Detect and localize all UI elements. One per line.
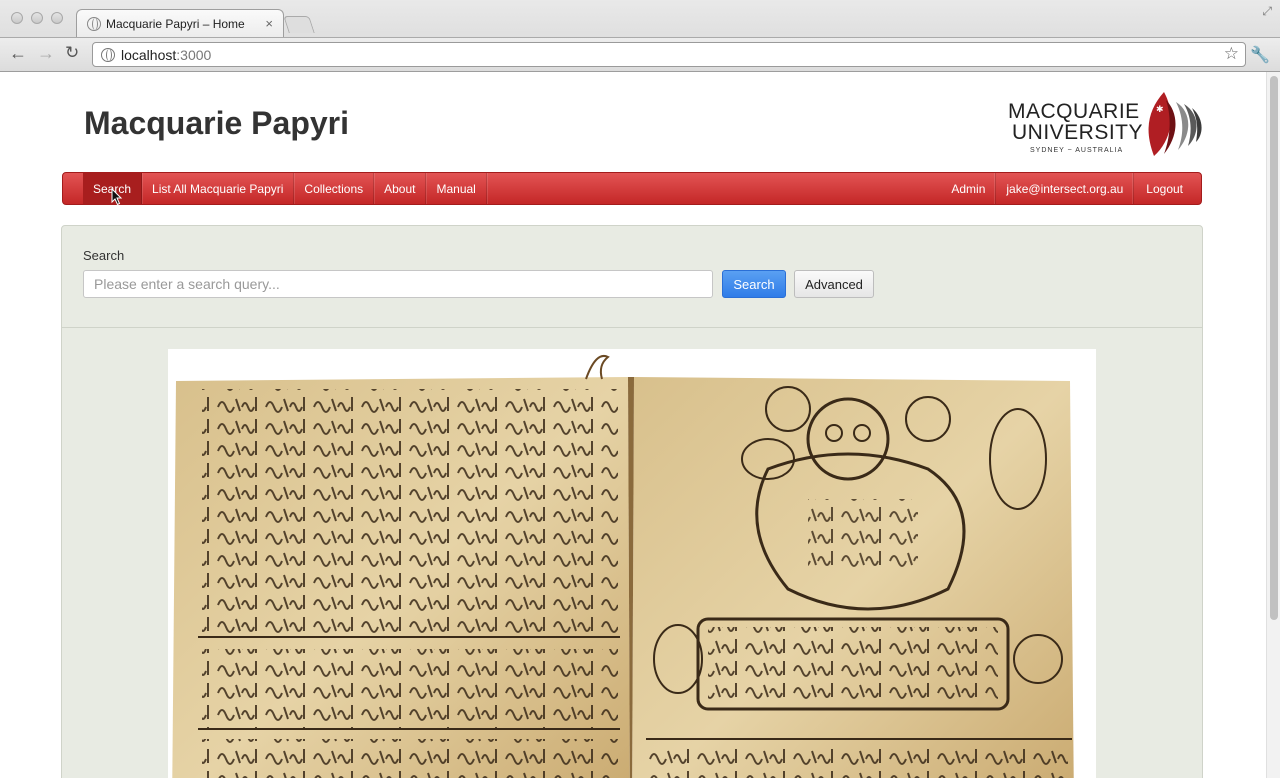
browser-chrome: Macquarie Papyri – Home × ⤢ ← → ↻ localh… [0,0,1280,72]
fullscreen-icon[interactable]: ⤢ [1262,4,1272,19]
nav-item-user-email[interactable]: jake@intersect.org.au [995,173,1133,204]
nav-item-collections[interactable]: Collections [294,173,375,204]
site-title: Macquarie Papyri [84,105,349,141]
browser-toolbar: ← → ↻ localhost:3000 ☆ 🔧 [0,37,1280,71]
minimize-window-button[interactable] [31,12,43,24]
star-icon[interactable]: ☆ [1224,44,1239,64]
featured-papyrus-image [168,349,1096,778]
logo-text-line2: UNIVERSITY [1012,121,1144,144]
search-label: Search [83,248,125,263]
scrollbar-thumb[interactable] [1270,76,1278,620]
close-window-button[interactable] [11,12,23,24]
browser-tab[interactable]: Macquarie Papyri – Home × [76,9,284,37]
svg-text:✱: ✱ [1156,105,1164,115]
zoom-window-button[interactable] [51,12,63,24]
globe-icon [87,16,101,31]
search-input[interactable] [83,270,713,298]
panel-divider [62,327,1202,328]
tab-title: Macquarie Papyri – Home [106,16,245,31]
logo-emblem-icon: ✱ [1148,92,1202,156]
nav-item-manual[interactable]: Manual [426,173,487,204]
papyrus-codex-illustration [172,355,1074,778]
vertical-scrollbar[interactable] [1266,72,1280,778]
address-bar[interactable]: localhost:3000 ☆ [92,42,1246,67]
wrench-icon[interactable]: 🔧 [1250,45,1270,65]
page-viewport: Macquarie Papyri MACQUARIE UNIVERSITY SY… [0,72,1266,778]
nav-right-group: Admin jake@intersect.org.au Logout [941,173,1201,204]
mouse-cursor-icon [111,188,123,206]
nav-left-group: Search List All Macquarie Papyri Collect… [63,173,487,204]
url-port: :3000 [176,46,212,63]
search-button[interactable]: Search [722,270,786,298]
url-host: localhost [121,46,177,63]
main-navbar: Search List All Macquarie Papyri Collect… [62,172,1202,205]
arrow-right-icon[interactable]: → [37,44,55,62]
reload-icon[interactable]: ↻ [65,44,79,62]
window-controls [11,12,63,24]
globe-icon [101,47,115,62]
nav-item-admin[interactable]: Admin [941,173,995,204]
logo-text-line3: SYDNEY ~ AUSTRALIA [1030,147,1124,154]
nav-item-logout[interactable]: Logout [1133,173,1201,204]
search-panel: Search Search Advanced [61,225,1203,778]
advanced-search-button[interactable]: Advanced [794,270,874,298]
tab-close-icon[interactable]: × [265,16,273,31]
arrow-left-icon[interactable]: ← [9,44,27,62]
nav-item-list-all[interactable]: List All Macquarie Papyri [142,173,295,204]
university-logo: MACQUARIE UNIVERSITY SYDNEY ~ AUSTRALIA … [1008,90,1204,160]
nav-item-about[interactable]: About [374,173,427,204]
new-tab-button[interactable] [283,16,315,33]
